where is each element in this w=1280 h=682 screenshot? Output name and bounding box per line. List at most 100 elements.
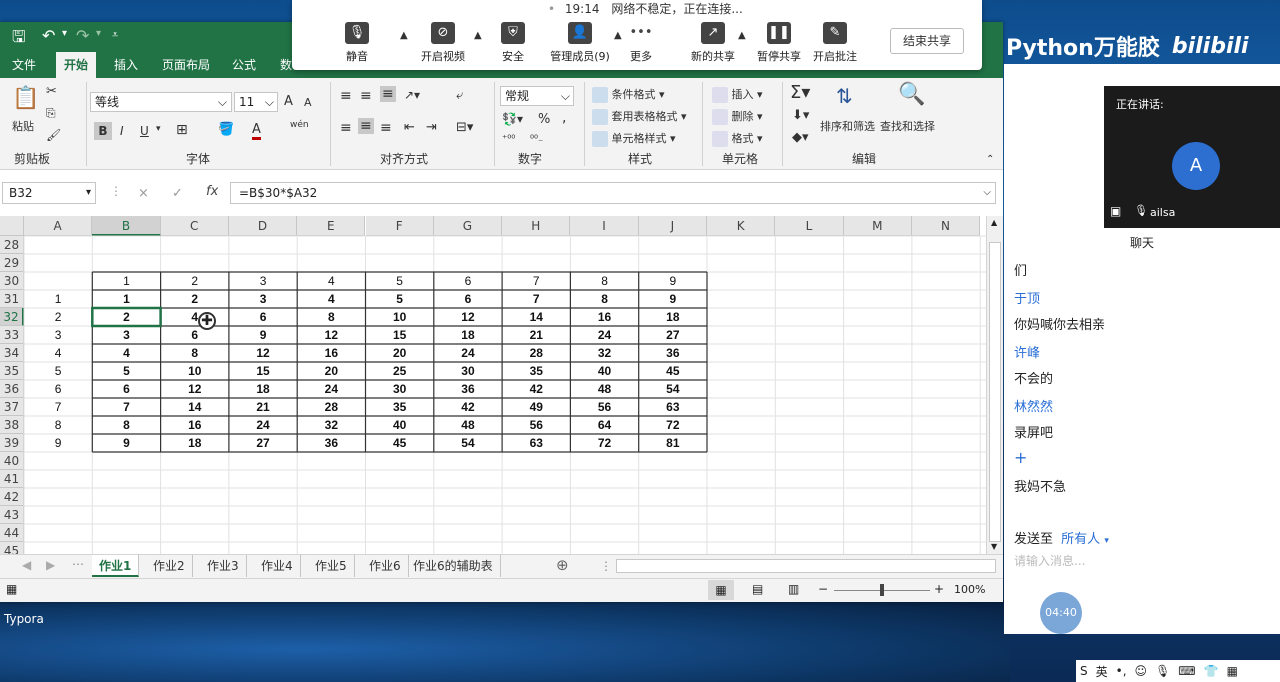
product-cell[interactable]: 56 xyxy=(502,416,570,434)
row-factor-cell[interactable]: 1 xyxy=(24,290,92,308)
format-as-table-button[interactable]: 套用表格格式 ▾ xyxy=(592,108,687,125)
bold-button[interactable]: B xyxy=(94,122,112,140)
paste-icon[interactable]: 📋 xyxy=(12,86,39,111)
align-left-icon[interactable]: ≡ xyxy=(340,120,352,136)
underline-button[interactable]: U xyxy=(140,124,149,138)
sheet-tab-6[interactable]: 作业6 xyxy=(362,555,409,577)
row-factor-cell[interactable]: 9 xyxy=(24,434,92,452)
product-cell[interactable]: 63 xyxy=(639,398,707,416)
product-cell[interactable]: 18 xyxy=(434,326,502,344)
header-cell[interactable]: 4 xyxy=(297,272,365,290)
product-cell[interactable]: 48 xyxy=(570,380,638,398)
number-format-select[interactable]: 常规 ⌵ xyxy=(500,86,574,106)
product-cell[interactable]: 4 xyxy=(161,308,229,326)
product-cell[interactable]: 32 xyxy=(297,416,365,434)
zoom-out-icon[interactable]: − xyxy=(818,582,828,596)
align-center-icon[interactable]: ≡ xyxy=(358,118,374,134)
add-sheet-icon[interactable]: ⊕ xyxy=(556,556,569,574)
product-cell[interactable]: 9 xyxy=(639,290,707,308)
keyboard-icon[interactable]: ⌨ xyxy=(1178,664,1195,678)
product-cell[interactable]: 35 xyxy=(366,398,434,416)
redo-icon[interactable]: ↷ xyxy=(76,26,89,45)
cancel-formula-button[interactable]: × xyxy=(138,186,149,201)
horizontal-scrollbar[interactable] xyxy=(616,559,996,573)
product-cell[interactable]: 8 xyxy=(161,344,229,362)
product-cell[interactable]: 54 xyxy=(434,434,502,452)
sheet-tab-2[interactable]: 作业2 xyxy=(146,555,193,577)
product-cell[interactable]: 27 xyxy=(639,326,707,344)
product-cell[interactable]: 6 xyxy=(161,326,229,344)
product-cell[interactable]: 30 xyxy=(366,380,434,398)
undo-icon[interactable]: ↶ xyxy=(42,26,62,46)
product-cell[interactable]: 12 xyxy=(229,344,297,362)
security-button[interactable]: ⛨ 安全 xyxy=(486,22,540,64)
currency-icon[interactable]: 💱▾ xyxy=(502,112,523,126)
row-factor-cell[interactable]: 5 xyxy=(24,362,92,380)
product-cell[interactable]: 18 xyxy=(639,308,707,326)
align-right-icon[interactable]: ≡ xyxy=(380,120,392,136)
product-cell[interactable]: 16 xyxy=(297,344,365,362)
find-select-button[interactable]: 查找和选择 xyxy=(880,118,935,134)
align-middle-icon[interactable]: ≡ xyxy=(360,88,372,104)
product-cell[interactable]: 21 xyxy=(502,326,570,344)
product-cell[interactable]: 9 xyxy=(229,326,297,344)
font-name-select[interactable]: 等线 ⌵ xyxy=(90,92,232,112)
product-cell[interactable]: 14 xyxy=(161,398,229,416)
scroll-up-icon[interactable]: ▲ xyxy=(991,218,997,227)
product-cell[interactable]: 8 xyxy=(92,416,160,434)
product-cell[interactable]: 56 xyxy=(570,398,638,416)
product-cell[interactable]: 72 xyxy=(639,416,707,434)
tab-insert[interactable]: 插入 xyxy=(106,52,146,78)
product-cell[interactable]: 64 xyxy=(570,416,638,434)
product-cell[interactable]: 15 xyxy=(366,326,434,344)
manage-participants-button[interactable]: 👤 管理成员(9) xyxy=(548,22,612,64)
product-cell[interactable]: 63 xyxy=(502,434,570,452)
product-cell[interactable]: 24 xyxy=(229,416,297,434)
tab-split-icon[interactable]: ⋮ xyxy=(600,559,612,573)
vertical-scroll-thumb[interactable] xyxy=(989,242,1001,542)
new-share-button[interactable]: ↗ 新的共享 xyxy=(686,22,740,64)
more-button[interactable]: ••• 更多 xyxy=(614,22,668,64)
orientation-icon[interactable]: ↗▾ xyxy=(404,88,420,102)
product-cell[interactable]: 12 xyxy=(297,326,365,344)
product-cell[interactable]: 35 xyxy=(502,362,570,380)
header-cell[interactable]: 2 xyxy=(161,272,229,290)
cell-styles-button[interactable]: 单元格样式 ▾ xyxy=(592,130,676,147)
normal-view-icon[interactable]: ▦ xyxy=(708,580,734,600)
sheet-tab-1[interactable]: 作业1 xyxy=(92,555,140,577)
sort-filter-icon[interactable]: ⇅ xyxy=(836,84,853,108)
decrease-decimal-icon[interactable]: ⁰⁰₋ xyxy=(530,134,543,145)
cut-icon[interactable]: ✂ xyxy=(46,84,57,99)
product-cell[interactable]: 40 xyxy=(570,362,638,380)
collapse-ribbon-icon[interactable]: ⌃ xyxy=(986,154,994,165)
end-share-button[interactable]: 结束共享 xyxy=(890,28,964,54)
product-cell[interactable]: 8 xyxy=(297,308,365,326)
comma-button[interactable]: , xyxy=(562,110,566,126)
copy-icon[interactable]: ⎘ xyxy=(46,106,56,121)
row-factor-cell[interactable]: 7 xyxy=(24,398,92,416)
pause-share-button[interactable]: ❚❚ 暂停共享 xyxy=(752,22,806,64)
start-video-button[interactable]: ⊘ 开启视频 xyxy=(416,22,470,64)
tab-page-layout[interactable]: 页面布局 xyxy=(154,52,218,78)
next-sheet-icon[interactable]: ▶ xyxy=(46,558,55,572)
merge-center-icon[interactable]: ⊟▾ xyxy=(456,120,473,135)
more-sheets-icon[interactable]: ⋯ xyxy=(72,557,84,571)
header-cell[interactable]: 3 xyxy=(229,272,297,290)
product-cell[interactable]: 10 xyxy=(161,362,229,380)
product-cell[interactable]: 72 xyxy=(570,434,638,452)
typora-desktop-label[interactable]: Typora xyxy=(4,612,44,626)
sheet-tab-5[interactable]: 作业5 xyxy=(308,555,355,577)
product-cell[interactable]: 16 xyxy=(570,308,638,326)
undo-dropdown-icon[interactable]: ▾ xyxy=(62,28,67,39)
sheet-tab-4[interactable]: 作业4 xyxy=(254,555,301,577)
product-cell[interactable]: 6 xyxy=(434,290,502,308)
product-cell[interactable]: 5 xyxy=(92,362,160,380)
underline-dropdown-icon[interactable]: ▾ xyxy=(156,124,161,134)
product-cell[interactable]: 4 xyxy=(297,290,365,308)
row-factor-cell[interactable]: 8 xyxy=(24,416,92,434)
product-cell[interactable]: 36 xyxy=(639,344,707,362)
annotate-button[interactable]: ✎ 开启批注 xyxy=(808,22,862,64)
worksheet-grid[interactable]: ABCDEFGHIJKLMN 28 29 30 31 32 33 34 35 36 37 38 39 4… xyxy=(0,216,986,554)
video-options-icon[interactable]: ▲ xyxy=(474,30,482,41)
product-cell[interactable]: 6 xyxy=(92,380,160,398)
